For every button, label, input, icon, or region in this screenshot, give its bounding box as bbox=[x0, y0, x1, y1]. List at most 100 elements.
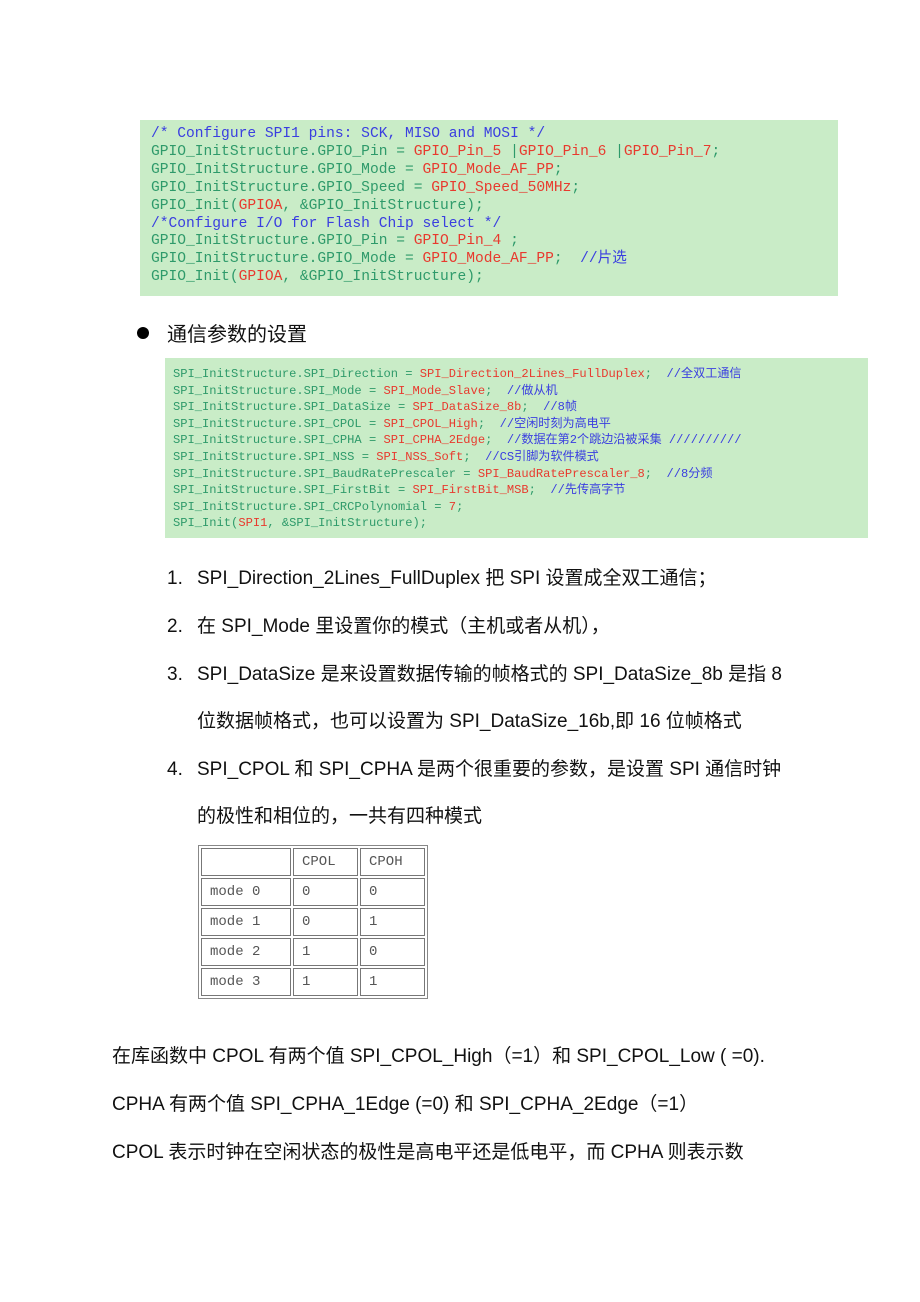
code-identifier: ; bbox=[528, 483, 551, 498]
code-identifier: ; bbox=[463, 449, 486, 464]
list-item: 3. SPI_DataSize 是来设置数据传输的帧格式的 SPI_DataSiz… bbox=[167, 659, 782, 686]
code-comment: //片选 bbox=[580, 251, 627, 268]
code-value: GPIO_Mode_AF_PP bbox=[422, 251, 554, 268]
spi-mode-table: CPOL CPOH mode 0 0 0 mode 1 0 1 mode 2 1… bbox=[198, 845, 428, 999]
code-line: GPIO_InitStructure.GPIO_Pin = GPIO_Pin_4… bbox=[151, 233, 838, 251]
table-row: mode 1 0 1 bbox=[201, 908, 425, 936]
code-value: GPIOA bbox=[238, 269, 283, 286]
code-identifier: SPI_InitStructure.SPI_Direction = bbox=[173, 367, 420, 381]
code-line: /* Configure SPI1 pins: SCK, MISO and MO… bbox=[151, 126, 838, 144]
code-identifier: GPIO_InitStructure.GPIO_Mode = bbox=[151, 251, 423, 268]
code-comment: //全双工通信 bbox=[666, 367, 742, 381]
code-line: GPIO_InitStructure.GPIO_Speed = GPIO_Spe… bbox=[151, 180, 838, 198]
code-value: SPI_FirstBit_MSB bbox=[412, 483, 529, 498]
gpio-config-code-block: /* Configure SPI1 pins: SCK, MISO and MO… bbox=[140, 120, 838, 296]
list-item-continuation: 的极性和相位的，一共有四种模式 bbox=[197, 806, 483, 827]
code-line: SPI_InitStructure.SPI_NSS = SPI_NSS_Soft… bbox=[173, 449, 868, 466]
table-header-cell: CPOH bbox=[360, 848, 425, 876]
table-header-cell bbox=[201, 848, 291, 876]
code-line: SPI_InitStructure.SPI_CPOL = SPI_CPOL_Hi… bbox=[173, 416, 868, 433]
code-comment: //做从机 bbox=[506, 383, 558, 398]
code-identifier: SPI_InitStructure.SPI_CRCPolynomial = bbox=[173, 499, 449, 514]
paragraph: CPHA 有两个值 SPI_CPHA_1Edge (=0) 和 SPI_CPHA… bbox=[112, 1094, 699, 1115]
code-line: SPI_InitStructure.SPI_BaudRatePrescaler … bbox=[173, 466, 868, 483]
list-text: SPI_Direction_2Lines_FullDuplex 把 SPI 设置… bbox=[197, 568, 717, 589]
list-number: 4. bbox=[167, 759, 183, 780]
code-comment: /* Configure SPI1 pins: SCK, MISO and MO… bbox=[151, 126, 546, 142]
code-identifier: GPIO_Init( bbox=[151, 197, 239, 214]
code-comment: //8帧 bbox=[543, 400, 578, 415]
table-cell: 1 bbox=[360, 908, 425, 936]
code-value: SPI_BaudRatePrescaler_8 bbox=[477, 466, 645, 481]
table-row: mode 2 1 0 bbox=[201, 938, 425, 966]
code-identifier: SPI_Init( bbox=[173, 516, 239, 531]
table-cell: 1 bbox=[360, 968, 425, 996]
code-value: GPIO_Pin_5 bbox=[413, 143, 502, 160]
code-value: SPI_DataSize_8b bbox=[412, 400, 522, 415]
table-cell: 0 bbox=[360, 938, 425, 966]
code-identifier: | bbox=[606, 143, 624, 160]
table-header-cell: CPOL bbox=[293, 848, 358, 876]
code-value: GPIO_Pin_7 bbox=[623, 143, 712, 160]
code-identifier: GPIO_InitStructure.GPIO_Pin = bbox=[151, 143, 414, 160]
code-identifier: ; bbox=[553, 161, 563, 178]
code-line: SPI_InitStructure.SPI_Direction = SPI_Di… bbox=[173, 366, 868, 383]
code-value: SPI_CPHA_2Edge bbox=[383, 433, 486, 448]
list-number: 3. bbox=[167, 664, 183, 685]
list-text: SPI_DataSize 是来设置数据传输的帧格式的 SPI_DataSize_… bbox=[197, 664, 782, 685]
code-identifier: SPI_InitStructure.SPI_FirstBit = bbox=[173, 483, 413, 498]
code-line: SPI_InitStructure.SPI_Mode = SPI_Mode_Sl… bbox=[173, 383, 868, 400]
table-cell: 1 bbox=[293, 938, 358, 966]
code-identifier: SPI_InitStructure.SPI_BaudRatePrescaler … bbox=[173, 466, 478, 481]
code-identifier: ; bbox=[501, 233, 519, 250]
table-cell: mode 1 bbox=[201, 908, 291, 936]
code-value: SPI_CPOL_High bbox=[383, 416, 478, 431]
code-line: /*Configure I/O for Flash Chip select */ bbox=[151, 216, 838, 234]
table-row: mode 0 0 0 bbox=[201, 878, 425, 906]
list-text: SPI_CPOL 和 SPI_CPHA 是两个很重要的参数，是设置 SPI 通信… bbox=[197, 759, 782, 780]
code-line: SPI_InitStructure.SPI_CRCPolynomial = 7; bbox=[173, 499, 868, 516]
code-identifier: SPI_InitStructure.SPI_CPOL = bbox=[173, 416, 384, 431]
code-comment: //8分频 bbox=[666, 466, 713, 481]
list-number: 2. bbox=[167, 616, 183, 637]
code-value: GPIO_Pin_6 bbox=[518, 143, 607, 160]
table-cell: 0 bbox=[293, 908, 358, 936]
code-line: GPIO_InitStructure.GPIO_Mode = GPIO_Mode… bbox=[151, 251, 838, 269]
code-line: GPIO_Init(GPIOA, &GPIO_InitStructure); bbox=[151, 269, 838, 287]
code-value: SPI1 bbox=[238, 516, 268, 531]
code-identifier: ; bbox=[571, 179, 581, 196]
code-identifier: ; bbox=[553, 251, 581, 268]
code-line: GPIO_Init(GPIOA, &GPIO_InitStructure); bbox=[151, 198, 838, 216]
list-item-continuation: 位数据帧格式，也可以设置为 SPI_DataSize_16b,即 16 位帧格式 bbox=[197, 711, 742, 732]
code-identifier: ; bbox=[644, 367, 667, 381]
code-line: GPIO_InitStructure.GPIO_Mode = GPIO_Mode… bbox=[151, 162, 838, 180]
code-value: SPI_Mode_Slave bbox=[383, 383, 486, 398]
code-line: SPI_InitStructure.SPI_FirstBit = SPI_Fir… bbox=[173, 482, 868, 499]
code-identifier: , &GPIO_InitStructure); bbox=[282, 269, 484, 286]
table-cell: 0 bbox=[360, 878, 425, 906]
table-cell: 1 bbox=[293, 968, 358, 996]
code-identifier: ; bbox=[711, 143, 721, 160]
code-identifier: ; bbox=[521, 400, 544, 415]
code-line: SPI_InitStructure.SPI_CPHA = SPI_CPHA_2E… bbox=[173, 432, 868, 449]
code-identifier: , &SPI_InitStructure); bbox=[267, 516, 428, 531]
table-cell: mode 2 bbox=[201, 938, 291, 966]
code-comment: //空闲时刻为高电平 bbox=[499, 416, 611, 431]
table-header-row: CPOL CPOH bbox=[201, 848, 425, 876]
code-identifier: ; bbox=[485, 433, 507, 448]
code-value: GPIO_Mode_AF_PP bbox=[422, 161, 554, 178]
code-identifier: SPI_InitStructure.SPI_Mode = bbox=[173, 383, 384, 398]
code-identifier: ; bbox=[456, 499, 464, 514]
code-value: SPI_NSS_Soft bbox=[376, 449, 464, 464]
code-identifier: GPIO_InitStructure.GPIO_Pin = bbox=[151, 233, 414, 250]
code-identifier: GPIO_InitStructure.GPIO_Mode = bbox=[151, 161, 423, 178]
table-cell: 0 bbox=[293, 878, 358, 906]
code-identifier: SPI_InitStructure.SPI_CPHA = bbox=[173, 433, 384, 448]
code-identifier: GPIO_Init( bbox=[151, 269, 239, 286]
code-comment: //CS引脚为软件模式 bbox=[485, 449, 599, 464]
code-value: GPIO_Speed_50MHz bbox=[431, 179, 572, 196]
list-item: 4. SPI_CPOL 和 SPI_CPHA 是两个很重要的参数，是设置 SPI … bbox=[167, 754, 781, 781]
paragraph: 在库函数中 CPOL 有两个值 SPI_CPOL_High（=1）和 SPI_C… bbox=[112, 1046, 765, 1067]
code-value: GPIOA bbox=[238, 197, 283, 214]
code-identifier: | bbox=[501, 143, 519, 160]
